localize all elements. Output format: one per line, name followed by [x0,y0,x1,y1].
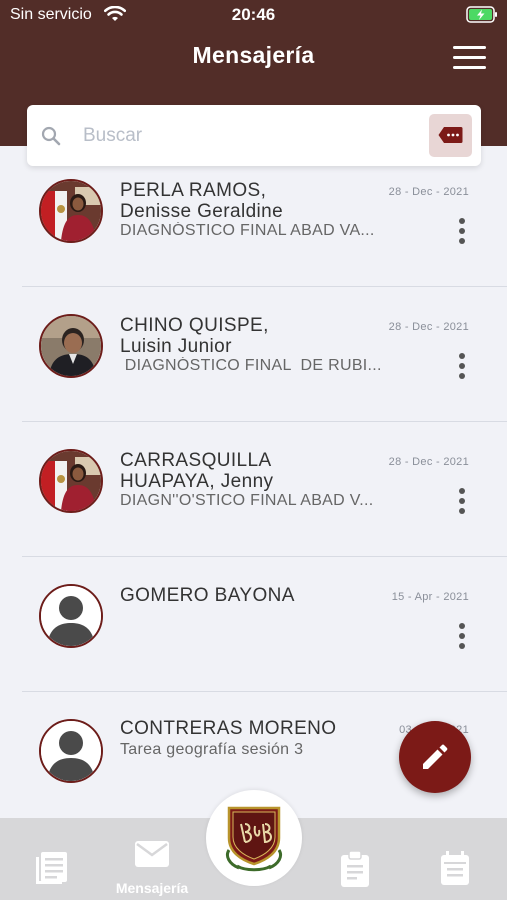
pencil-icon [423,744,448,769]
sender-name: CARRASQUILLA HUAPAYA, Jenny [120,450,274,492]
search-icon [41,126,61,146]
more-vertical-icon[interactable] [455,353,469,381]
avatar [39,449,103,513]
user-placeholder-icon [41,721,101,781]
message-subject: Tarea geografía sesión 3 [120,741,304,758]
compose-button[interactable] [399,721,471,793]
user-placeholder-icon [41,586,101,646]
calendar-icon [441,851,469,885]
message-date: 15 - Apr - 2021 [391,591,469,603]
avatar [39,719,103,783]
sender-name: CONTRERAS MORENO [120,718,337,739]
clipboard-icon [341,850,369,887]
battery-charging-icon [466,6,497,23]
more-vertical-icon[interactable] [455,623,469,651]
message-item[interactable]: CHINO QUISPE, Luisin Junior 28 - Dec - 2… [0,287,507,422]
more-vertical-icon[interactable] [455,488,469,516]
mail-icon [135,841,169,867]
nav-tasks[interactable] [325,818,385,900]
search-input[interactable] [83,119,413,153]
status-time: 20:46 [231,5,276,24]
message-item[interactable]: CARRASQUILLA HUAPAYA, Jenny 28 - Dec - 2… [0,422,507,557]
message-date: 28 - Dec - 2021 [388,456,469,468]
sender-name: PERLA RAMOS, Denisse Geraldine [120,180,284,222]
school-logo [225,806,283,872]
nav-messages-label: Mensajería [115,880,189,896]
message-subject: DIAGNÓSTICO FINAL ABAD VA... [120,222,375,239]
message-subject: DIAGN''O'STICO FINAL ABAD V... [120,492,374,509]
message-item[interactable]: GOMERO BAYONA 15 - Apr - 2021 [0,557,507,692]
message-date: 28 - Dec - 2021 [388,186,469,198]
news-icon [36,852,67,884]
nav-messages[interactable]: Mensajería [104,818,200,900]
avatar [39,314,103,378]
more-vertical-icon[interactable] [455,218,469,246]
avatar [39,584,103,648]
filter-tag-icon [438,127,463,143]
menu-icon[interactable] [453,46,486,70]
school-logo-button[interactable] [206,790,302,886]
nav-calendar[interactable] [425,818,485,900]
nav-news[interactable] [20,818,84,900]
search-bar [27,105,481,166]
filter-button[interactable] [429,114,472,157]
sender-name: CHINO QUISPE, Luisin Junior [120,315,269,357]
avatar [39,179,103,243]
page-title: Mensajería [192,42,315,68]
message-item[interactable]: PERLA RAMOS, Denisse Geraldine 28 - Dec … [0,166,507,287]
sender-name: GOMERO BAYONA [120,585,295,606]
message-subject: DIAGNÓSTICO FINAL DE RUBI... [120,357,382,374]
status-bar: Sin servicio 20:46 [0,0,507,30]
message-date: 28 - Dec - 2021 [388,321,469,333]
